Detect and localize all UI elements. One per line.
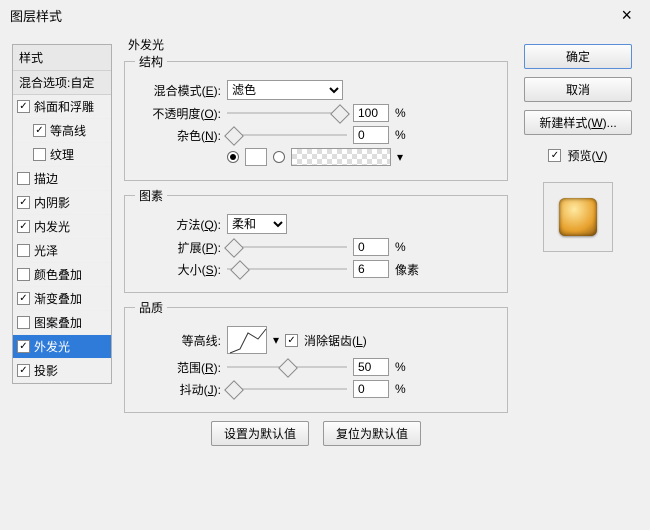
preview-thumbnail bbox=[559, 198, 597, 236]
range-input[interactable] bbox=[353, 358, 389, 376]
lbl-technique: 方法(Q): bbox=[135, 216, 221, 233]
checkbox-icon[interactable] bbox=[33, 124, 46, 137]
group-structure: 结构 bbox=[135, 53, 167, 70]
chevron-down-icon[interactable]: ▾ bbox=[397, 150, 403, 164]
reset-default-button[interactable]: 复位为默认值 bbox=[323, 421, 421, 446]
checkbox-icon[interactable] bbox=[17, 364, 30, 377]
item-outerglow[interactable]: 外发光 bbox=[13, 335, 111, 359]
item-bevel[interactable]: 斜面和浮雕 bbox=[13, 95, 111, 119]
jitter-input[interactable] bbox=[353, 380, 389, 398]
gradient-swatch[interactable] bbox=[291, 148, 391, 166]
right-panel: 确定 取消 新建样式(W)... 预览(V) bbox=[524, 44, 632, 252]
item-patoverlay[interactable]: 图案叠加 bbox=[13, 311, 111, 335]
lbl-jitter: 抖动(J): bbox=[135, 381, 221, 398]
lbl-noise: 杂色(N): bbox=[135, 127, 221, 144]
group-elements: 图素 bbox=[135, 187, 167, 204]
size-input[interactable] bbox=[353, 260, 389, 278]
item-innershadow[interactable]: 内阴影 bbox=[13, 191, 111, 215]
new-style-button[interactable]: 新建样式(W)... bbox=[524, 110, 632, 135]
opacity-slider[interactable] bbox=[227, 106, 347, 120]
contour-picker[interactable] bbox=[227, 326, 267, 354]
technique-select[interactable]: 柔和 bbox=[227, 214, 287, 234]
lbl-size: 大小(S): bbox=[135, 261, 221, 278]
close-icon[interactable]: × bbox=[615, 4, 638, 27]
checkbox-icon[interactable] bbox=[17, 172, 30, 185]
ok-button[interactable]: 确定 bbox=[524, 44, 632, 69]
checkbox-icon[interactable] bbox=[17, 340, 30, 353]
gradient-radio[interactable] bbox=[273, 151, 285, 163]
item-dropshadow[interactable]: 投影 bbox=[13, 359, 111, 383]
cancel-button[interactable]: 取消 bbox=[524, 77, 632, 102]
checkbox-icon[interactable] bbox=[17, 316, 30, 329]
preview-checkbox[interactable] bbox=[548, 149, 561, 162]
checkbox-icon[interactable] bbox=[17, 196, 30, 209]
noise-slider[interactable] bbox=[227, 128, 347, 142]
spread-input[interactable] bbox=[353, 238, 389, 256]
checkbox-icon[interactable] bbox=[17, 244, 30, 257]
panel-title: 外发光 bbox=[124, 36, 168, 53]
item-gradoverlay[interactable]: 渐变叠加 bbox=[13, 287, 111, 311]
styles-sidebar: 样式 混合选项:自定 斜面和浮雕 等高线 纹理 描边 内阴影 内发光 光泽 颜色… bbox=[12, 44, 112, 384]
lbl-contour: 等高线: bbox=[135, 332, 221, 349]
item-contour[interactable]: 等高线 bbox=[13, 119, 111, 143]
lbl-spread: 扩展(P): bbox=[135, 239, 221, 256]
range-slider[interactable] bbox=[227, 360, 347, 374]
checkbox-icon[interactable] bbox=[33, 148, 46, 161]
lbl-blendmode: 混合模式(E): bbox=[135, 82, 221, 99]
checkbox-icon[interactable] bbox=[17, 100, 30, 113]
item-satin[interactable]: 光泽 bbox=[13, 239, 111, 263]
preview-box bbox=[543, 182, 613, 252]
checkbox-icon[interactable] bbox=[17, 220, 30, 233]
item-coloroverlay[interactable]: 颜色叠加 bbox=[13, 263, 111, 287]
spread-slider[interactable] bbox=[227, 240, 347, 254]
lbl-opacity: 不透明度(O): bbox=[135, 105, 221, 122]
size-slider[interactable] bbox=[227, 262, 347, 276]
checkbox-icon[interactable] bbox=[17, 292, 30, 305]
group-quality: 品质 bbox=[135, 299, 167, 316]
jitter-slider[interactable] bbox=[227, 382, 347, 396]
blendmode-select[interactable]: 滤色 bbox=[227, 80, 343, 100]
chevron-down-icon[interactable]: ▾ bbox=[273, 333, 279, 347]
make-default-button[interactable]: 设置为默认值 bbox=[211, 421, 309, 446]
lbl-preview: 预览(V) bbox=[567, 147, 607, 164]
lbl-range: 范围(R): bbox=[135, 359, 221, 376]
noise-input[interactable] bbox=[353, 126, 389, 144]
lbl-antialias: 消除锯齿(L) bbox=[304, 332, 367, 349]
item-texture[interactable]: 纹理 bbox=[13, 143, 111, 167]
color-swatch[interactable] bbox=[245, 148, 267, 166]
main-panel: 外发光 结构 混合模式(E): 滤色 不透明度(O): % 杂色(N): % ▾… bbox=[124, 36, 508, 446]
opacity-input[interactable] bbox=[353, 104, 389, 122]
antialias-checkbox[interactable] bbox=[285, 334, 298, 347]
dialog-title: 图层样式 bbox=[0, 0, 650, 31]
styles-header: 样式 bbox=[13, 45, 111, 71]
checkbox-icon[interactable] bbox=[17, 268, 30, 281]
item-stroke[interactable]: 描边 bbox=[13, 167, 111, 191]
color-radio[interactable] bbox=[227, 151, 239, 163]
item-innerglow[interactable]: 内发光 bbox=[13, 215, 111, 239]
blend-options[interactable]: 混合选项:自定 bbox=[13, 71, 111, 95]
